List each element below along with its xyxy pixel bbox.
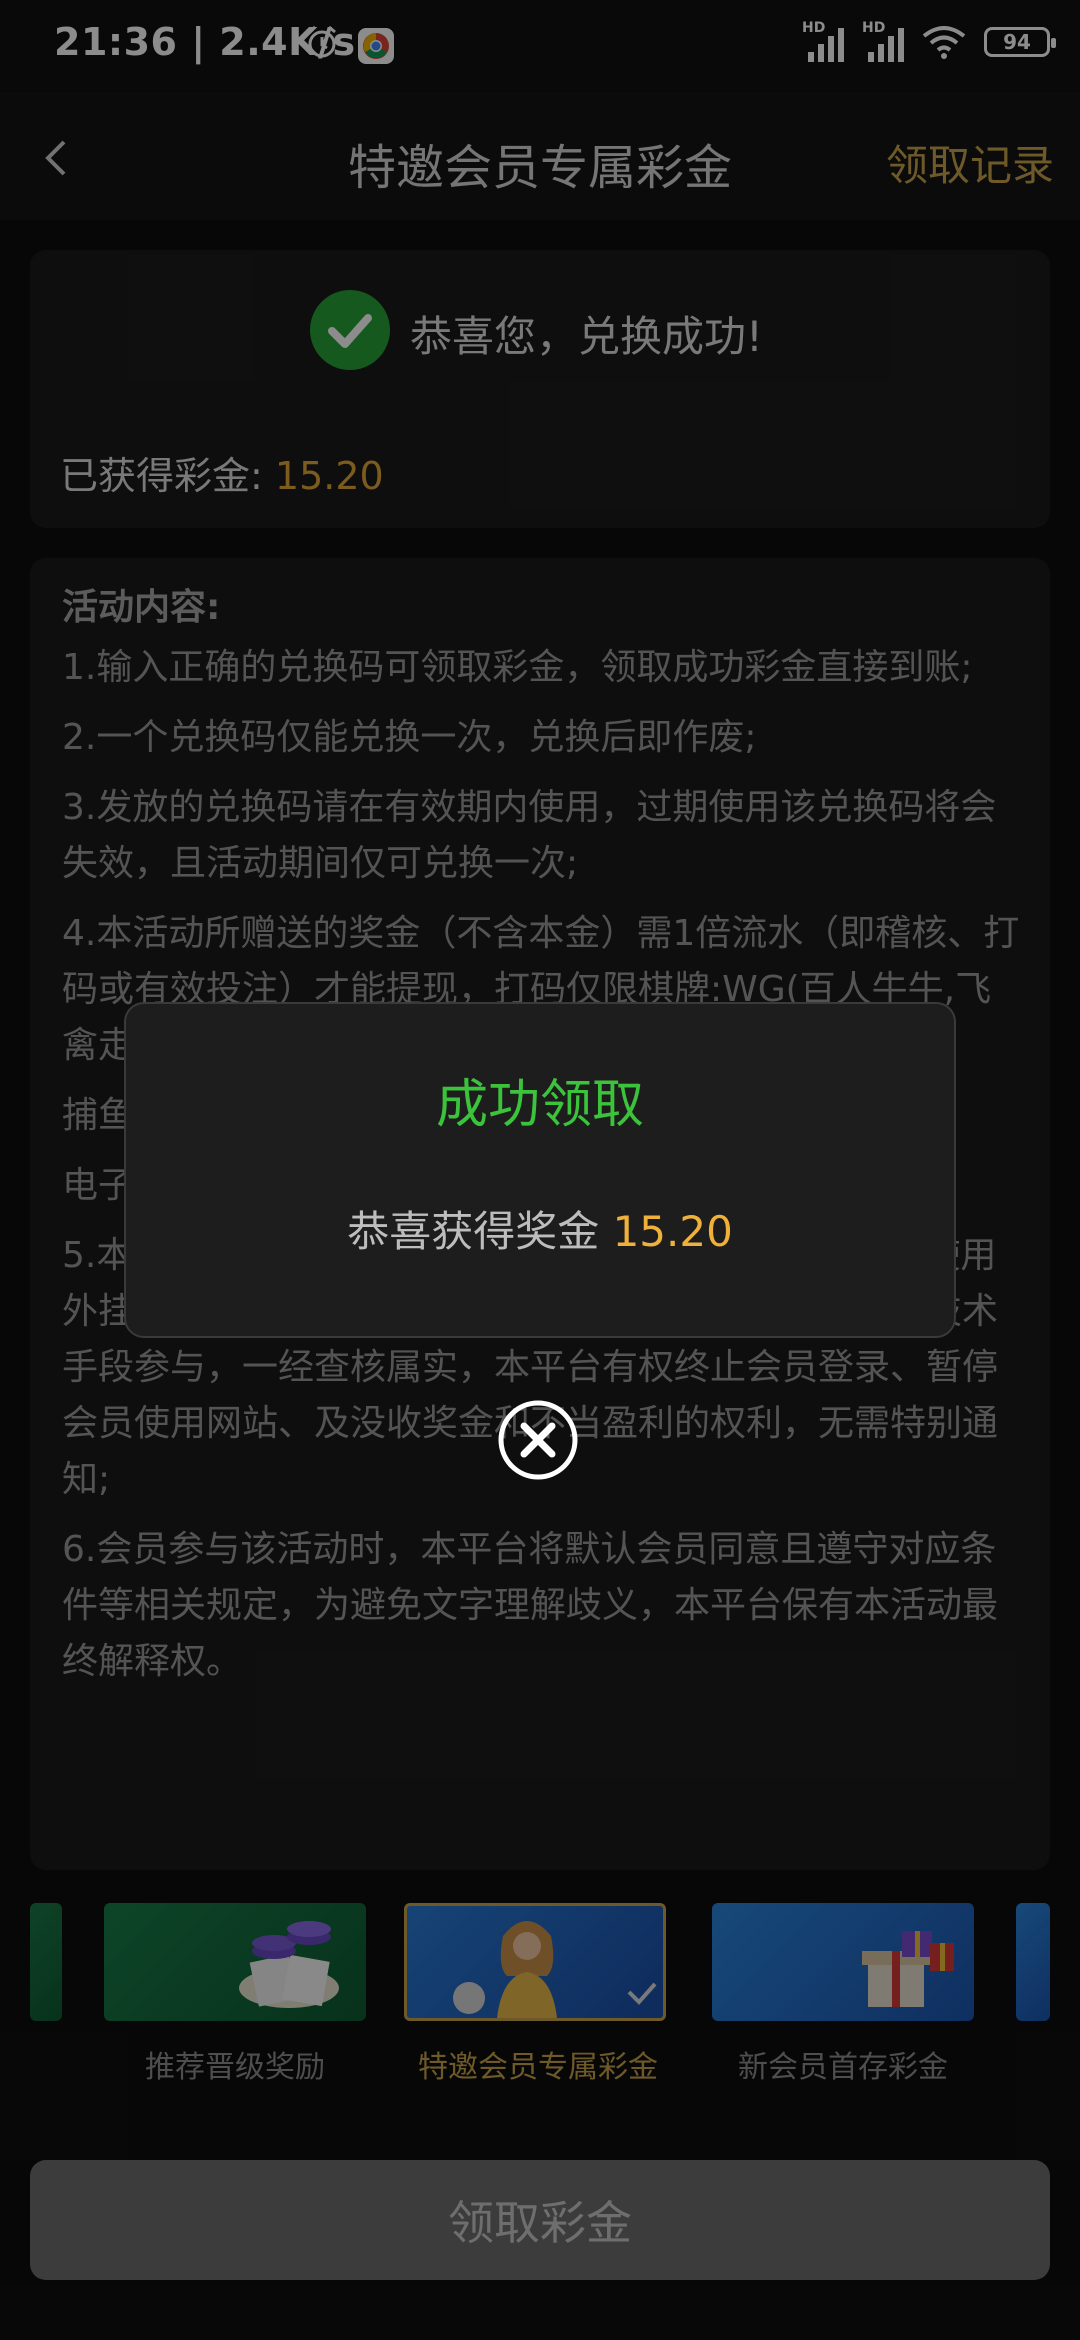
modal-message-text: 恭喜获得奖金	[347, 1207, 600, 1256]
close-icon[interactable]	[496, 1398, 580, 1482]
modal-amount: 15.20	[612, 1207, 733, 1256]
success-modal	[124, 1002, 956, 1338]
modal-message: 恭喜获得奖金 15.20	[124, 1198, 956, 1259]
modal-title: 成功领取	[435, 1075, 644, 1135]
